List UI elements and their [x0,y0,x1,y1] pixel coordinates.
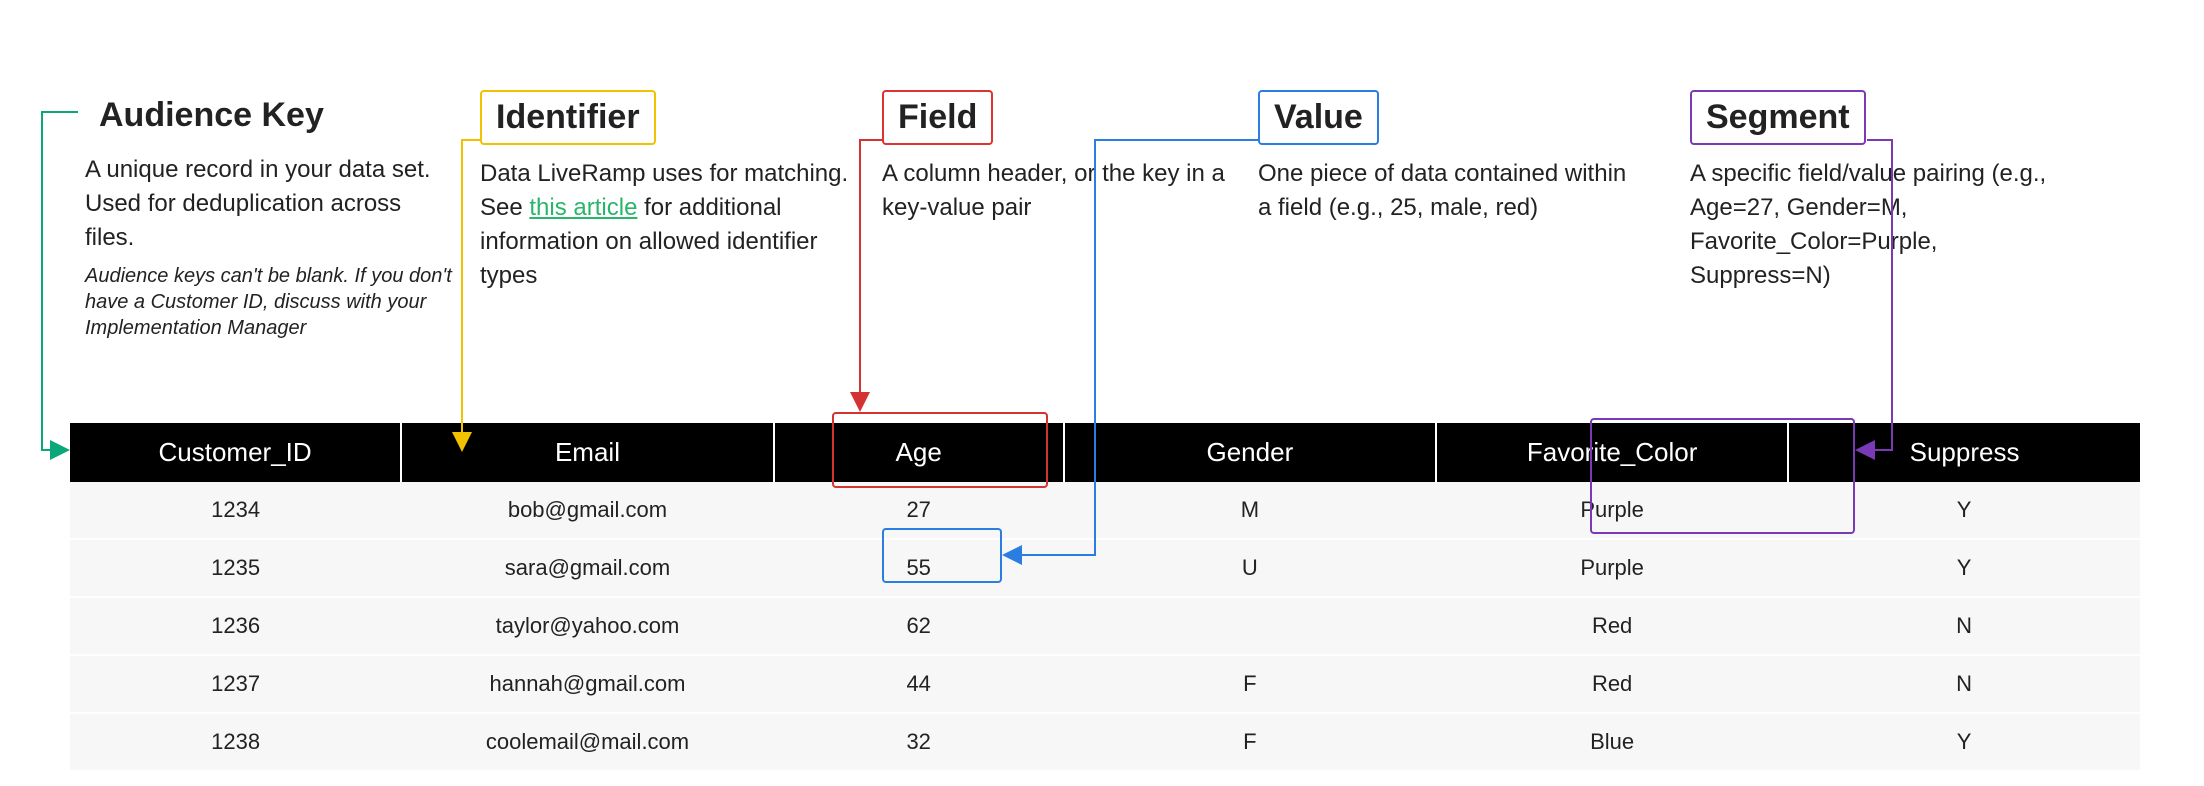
annotation-identifier-desc: Data LiveRamp uses for matching. See thi… [480,157,850,293]
identifier-article-link[interactable]: this article [529,194,637,221]
annotation-identifier: Identifier Data LiveRamp uses for matchi… [480,90,850,293]
overlay-segment-favcolor [1590,418,1855,534]
annotation-audience-key-title: Audience Key [85,90,338,141]
table-row: 1236 taylor@yahoo.com 62 Red N [70,597,2140,655]
cell: Y [1788,713,2140,771]
cell: Purple [1436,539,1788,597]
cell: sara@gmail.com [401,539,774,597]
cell: taylor@yahoo.com [401,597,774,655]
col-email: Email [401,423,774,482]
annotation-value: Value One piece of data contained within… [1258,90,1628,225]
annotation-audience-key-fineprint: Audience keys can't be blank. If you don… [85,263,455,341]
cell: F [1064,655,1437,713]
annotation-audience-key: Audience Key A unique record in your dat… [85,90,455,341]
table-row: 1235 sara@gmail.com 55 U Purple Y [70,539,2140,597]
col-gender: Gender [1064,423,1437,482]
annotation-field-desc: A column header, or the key in a key-val… [882,157,1252,225]
cell: N [1788,597,2140,655]
wire-audience-key [42,112,78,450]
cell: Red [1436,655,1788,713]
cell: 1235 [70,539,401,597]
wire-field [860,140,882,408]
cell: 62 [774,597,1064,655]
overlay-value-age-55 [882,528,1002,583]
annotation-field: Field A column header, or the key in a k… [882,90,1252,225]
table-row: 1238 coolemail@mail.com 32 F Blue Y [70,713,2140,771]
annotation-segment-title: Segment [1690,90,1866,145]
annotation-value-title: Value [1258,90,1379,145]
cell: 1238 [70,713,401,771]
annotation-value-desc: One piece of data contained within a fie… [1258,157,1628,225]
cell: coolemail@mail.com [401,713,774,771]
table-row: 1237 hannah@gmail.com 44 F Red N [70,655,2140,713]
cell: 32 [774,713,1064,771]
wire-identifier [462,140,480,448]
annotation-identifier-title: Identifier [480,90,656,145]
cell: hannah@gmail.com [401,655,774,713]
annotation-segment: Segment A specific field/value pairing (… [1690,90,2060,293]
cell: N [1788,655,2140,713]
annotation-field-title: Field [882,90,993,145]
cell: F [1064,713,1437,771]
cell: Y [1788,539,2140,597]
cell: Red [1436,597,1788,655]
cell: 44 [774,655,1064,713]
cell: 1236 [70,597,401,655]
annotation-audience-key-desc: A unique record in your data set. Used f… [85,153,455,255]
cell: bob@gmail.com [401,482,774,539]
cell: 1234 [70,482,401,539]
cell: Blue [1436,713,1788,771]
annotation-segment-desc: A specific field/value pairing (e.g., Ag… [1690,157,2060,293]
cell: 1237 [70,655,401,713]
cell: M [1064,482,1437,539]
col-customer-id: Customer_ID [70,423,401,482]
overlay-field-age-header [832,412,1048,488]
cell: U [1064,539,1437,597]
cell [1064,597,1437,655]
